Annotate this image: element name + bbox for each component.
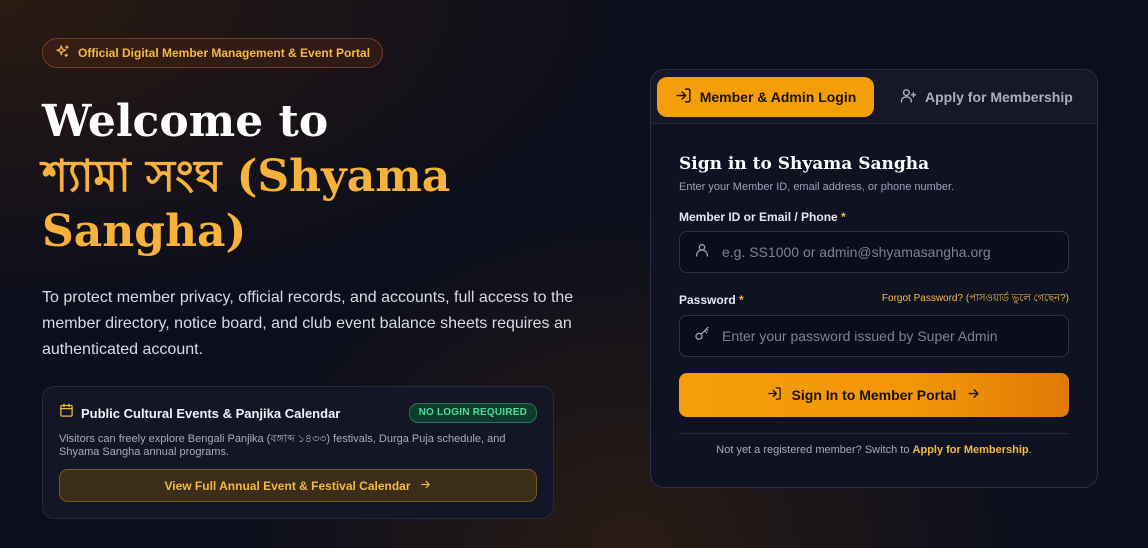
password-field[interactable]	[679, 315, 1069, 357]
form-divider	[679, 433, 1069, 434]
member-id-label: Member ID or Email / Phone *	[679, 210, 1069, 224]
password-label: Password *	[679, 293, 744, 307]
login-form: Sign in to Shyama Sangha Enter your Memb…	[651, 154, 1097, 456]
badge-label: Official Digital Member Management & Eve…	[78, 46, 371, 60]
sign-in-button-label: Sign In to Member Portal	[791, 387, 957, 403]
arrow-right-icon	[966, 386, 981, 404]
portal-badge: Official Digital Member Management & Eve…	[42, 38, 384, 68]
calendar-icon	[59, 403, 74, 423]
card-description: Visitors can freely explore Bengali Panj…	[59, 433, 506, 458]
forgot-password-link[interactable]: Forgot Password? (পাসওয়ার্ড ভুলে গেছেন?…	[882, 291, 1069, 308]
login-icon	[767, 386, 782, 404]
required-mark: *	[739, 292, 744, 307]
calendar-button-label: View Full Annual Event & Festival Calend…	[164, 478, 411, 493]
sign-in-button[interactable]: Sign In to Member Portal	[679, 373, 1069, 417]
member-id-field[interactable]	[679, 231, 1069, 273]
hero-title: Welcome to শ্যামা সংঘ (Shyama Sangha)	[42, 94, 622, 259]
key-icon	[694, 326, 710, 347]
apply-membership-link[interactable]: Apply for Membership	[913, 444, 1029, 456]
member-id-input[interactable]	[720, 243, 1054, 261]
auth-tabs: Member & Admin Login Apply for Membershi…	[651, 70, 1097, 124]
tab-member-login-label: Member & Admin Login	[699, 88, 857, 105]
form-subtitle: Enter your Member ID, email address, or …	[679, 181, 955, 193]
login-icon	[675, 87, 692, 107]
form-footer: Not yet a registered member? Switch to A…	[679, 444, 1069, 456]
tab-member-login[interactable]: Member & Admin Login	[657, 76, 874, 117]
public-events-card: Public Cultural Events & Panjika Calenda…	[42, 386, 554, 519]
password-label-row: Password * Forgot Password? (পাসওয়ার্ড …	[679, 291, 1069, 308]
footer-text: Not yet a registered member? Switch to	[716, 444, 910, 456]
user-plus-icon	[900, 87, 917, 107]
arrow-right-icon	[419, 478, 432, 494]
footer-end: .	[1028, 444, 1032, 456]
member-id-label-text: Member ID or Email / Phone	[679, 210, 838, 224]
hero-title-accent: শ্যামা সংঘ (Shyama Sangha)	[42, 151, 451, 257]
required-mark: *	[841, 210, 846, 224]
view-calendar-button[interactable]: View Full Annual Event & Festival Calend…	[59, 469, 537, 502]
tab-apply-membership-label: Apply for Membership	[925, 88, 1073, 105]
form-title: Sign in to Shyama Sangha	[679, 154, 930, 174]
auth-panel: Member & Admin Login Apply for Membershi…	[650, 69, 1098, 488]
card-title: Public Cultural Events & Panjika Calenda…	[81, 405, 341, 421]
password-label-text: Password	[679, 292, 736, 307]
user-icon	[694, 242, 710, 263]
hero-title-line: Welcome to	[42, 96, 329, 147]
hero-description: To protect member privacy, official reco…	[42, 289, 574, 358]
tab-apply-membership[interactable]: Apply for Membership	[884, 77, 1089, 117]
no-login-badge: NO LOGIN REQUIRED	[408, 403, 537, 423]
sparkles-icon	[55, 44, 70, 62]
password-input[interactable]	[720, 327, 1054, 345]
